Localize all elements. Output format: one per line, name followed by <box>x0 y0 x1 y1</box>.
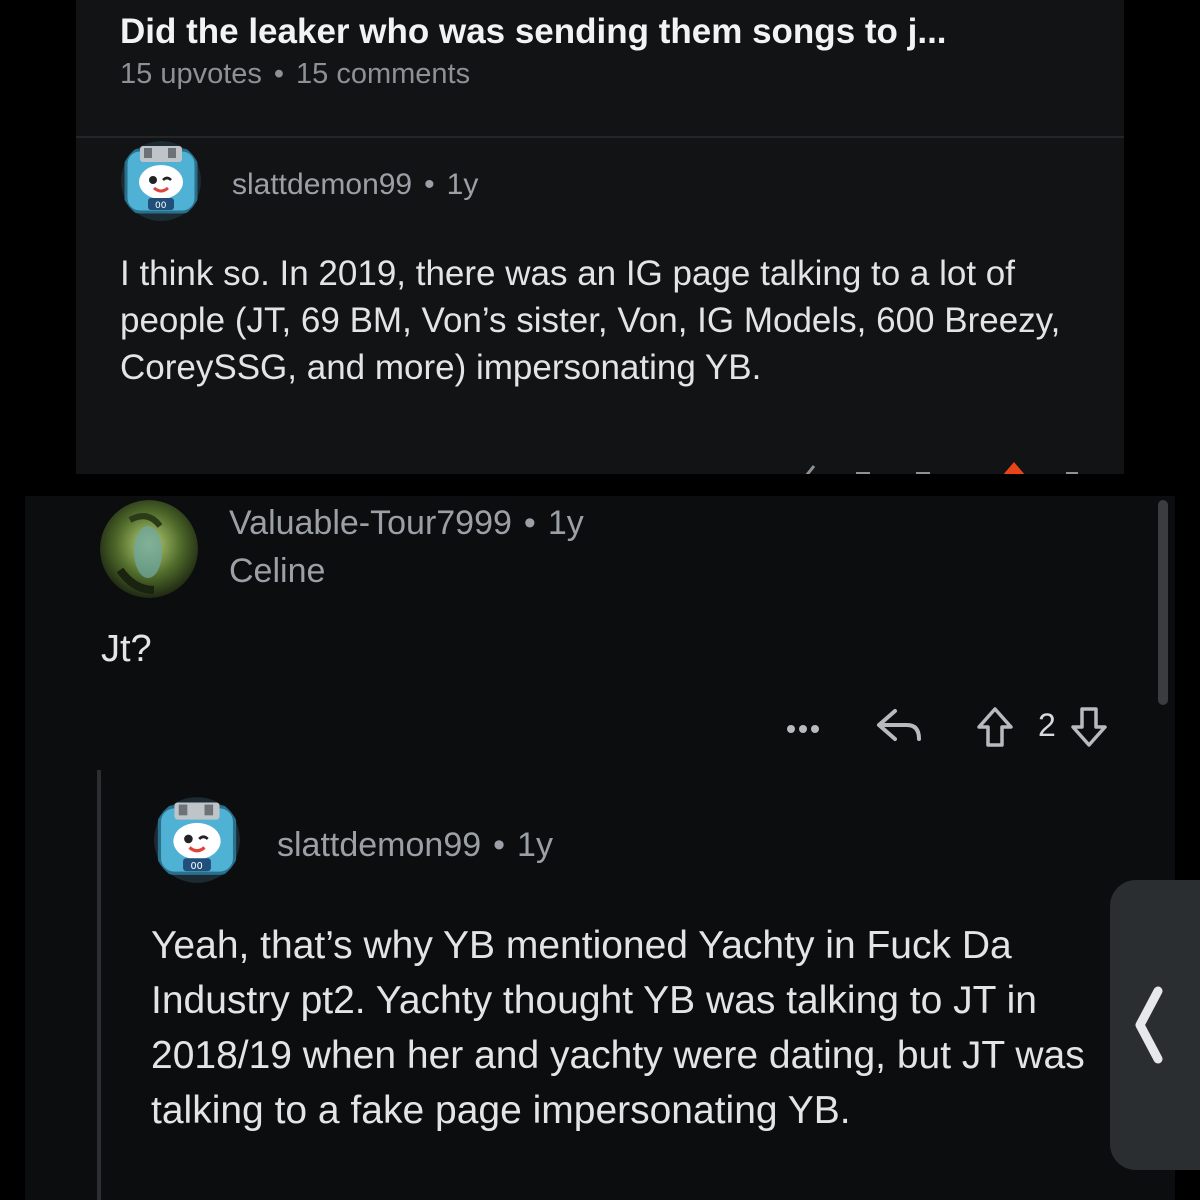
snoo-avatar-icon[interactable]: 00 <box>120 140 202 222</box>
green-photo-avatar-icon[interactable] <box>100 500 198 598</box>
snoo-avatar-icon[interactable]: 00 <box>153 796 241 884</box>
comment-count[interactable]: 15 comments <box>296 58 470 90</box>
comment-age: 1y <box>547 504 584 542</box>
comment-action-row: 2 <box>785 701 1145 751</box>
divider <box>76 136 1124 138</box>
cutoff-action-row <box>716 458 1116 474</box>
upvote-count: 15 upvotes <box>120 58 262 90</box>
bottom-screenshot-card: Valuable-Tour7999 • 1y Celine Jt? 2 00 s… <box>25 496 1175 1200</box>
downvote-arrow-icon[interactable] <box>1069 705 1109 749</box>
separator-dot: • <box>523 504 536 542</box>
svg-text:00: 00 <box>191 861 203 872</box>
upvote-arrow-icon[interactable] <box>975 705 1015 749</box>
username[interactable]: slattdemon99 <box>232 168 412 201</box>
username[interactable]: slattdemon99 <box>277 826 481 864</box>
side-panel-handle[interactable] <box>1110 880 1200 1170</box>
more-dots-icon[interactable] <box>785 711 825 741</box>
comment-header: slattdemon99 • 1y <box>277 826 553 865</box>
top-screenshot-card: Did the leaker who was sending them song… <box>76 0 1124 474</box>
svg-text:00: 00 <box>155 201 167 211</box>
comment-age: 1y <box>517 826 553 864</box>
comment-header: Valuable-Tour7999 • 1y <box>229 504 584 543</box>
comment-text: Jt? <box>101 628 152 670</box>
username[interactable]: Valuable-Tour7999 <box>229 504 512 542</box>
score: 2 <box>1038 707 1056 743</box>
post-title[interactable]: Did the leaker who was sending them song… <box>120 12 1080 52</box>
separator-dot: • <box>493 826 506 864</box>
scroll-bar[interactable] <box>1158 500 1168 705</box>
comment-age: 1y <box>446 168 479 201</box>
comment-header: slattdemon99 • 1y <box>232 168 478 202</box>
thread-line[interactable] <box>97 770 101 1200</box>
reply-arrow-icon[interactable] <box>875 705 925 749</box>
comment-text: Yeah, that’s why YB mentioned Yachty in … <box>151 924 1085 1132</box>
separator-dot: • <box>424 168 435 201</box>
user-flair: Celine <box>229 552 326 590</box>
meta-separator: • <box>273 58 285 90</box>
upvote-arrow-icon <box>1003 462 1025 474</box>
post-meta: 15 upvotes • 15 comments <box>120 58 470 91</box>
chevron-left-icon <box>1135 986 1163 1064</box>
comment-text: I think so. In 2019, there was an IG pag… <box>120 254 1061 387</box>
